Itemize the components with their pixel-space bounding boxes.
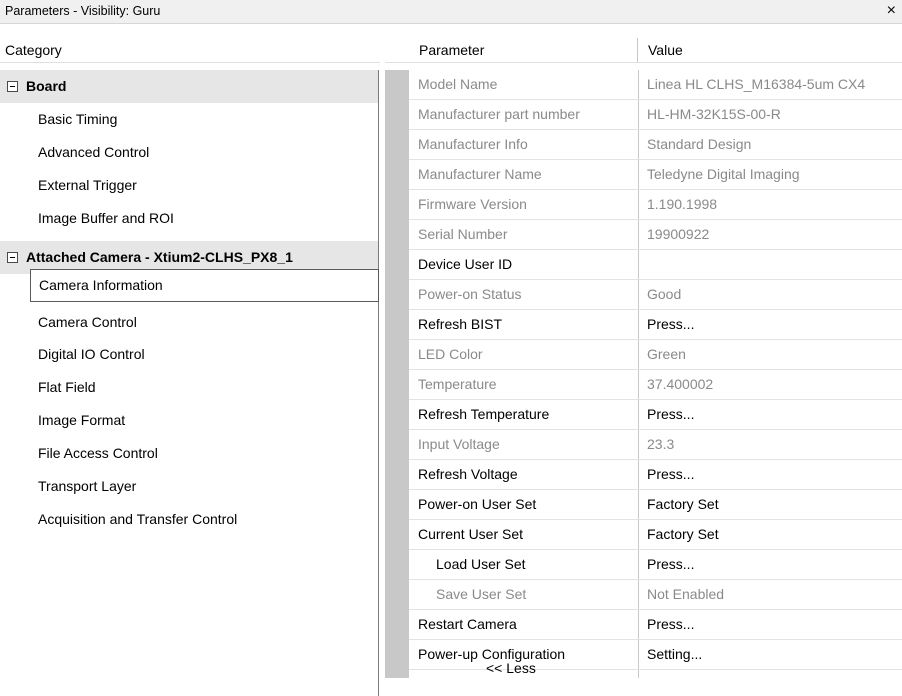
param-row-refresh-temperature[interactable]: Refresh Temperature Press... [409,400,902,430]
power-up-configuration-button[interactable]: Setting... [647,646,702,662]
category-tree: Board Basic Timing Advanced Control Exte… [0,70,380,696]
param-name: Restart Camera [418,616,517,632]
parameter-column-header[interactable]: Parameter [410,38,638,63]
tree-item-label: Advanced Control [38,144,150,160]
tree-item-camera-control[interactable]: Camera Control [0,306,378,339]
param-row-refresh-voltage[interactable]: Refresh Voltage Press... [409,460,902,490]
param-row-led-color[interactable]: LED Color Green [409,340,902,370]
tree-item-label: External Trigger [38,177,137,193]
param-value: Standard Design [647,136,752,152]
close-icon[interactable]: × [887,2,896,20]
param-name: Manufacturer Info [418,136,528,152]
tree-item-label: Camera Information [39,277,163,293]
tree-item-external-trigger[interactable]: External Trigger [0,169,378,202]
pane-border [378,70,379,696]
param-name: Refresh BIST [418,316,503,332]
divider [385,62,902,63]
tree-item-file-access-control[interactable]: File Access Control [0,437,378,470]
tree-item-digital-io-control[interactable]: Digital IO Control [0,338,378,371]
row-gutter [385,70,409,678]
tree-item-image-buffer-roi[interactable]: Image Buffer and ROI [0,202,378,235]
param-row-manufacturer-info[interactable]: Manufacturer Info Standard Design [409,130,902,160]
param-value: 37.400002 [647,376,714,392]
window-titlebar: Parameters - Visibility: Guru × [0,0,902,24]
param-name: Firmware Version [418,196,527,212]
param-name: Refresh Temperature [418,406,550,422]
param-row-device-user-id[interactable]: Device User ID [409,250,902,280]
tree-item-label: Camera Control [38,314,137,330]
current-user-set-select[interactable]: Factory Set [647,526,719,542]
tree-item-label: Digital IO Control [38,346,145,362]
refresh-voltage-button[interactable]: Press... [647,466,694,482]
less-button[interactable]: << Less [486,660,536,676]
param-row-refresh-bist[interactable]: Refresh BIST Press... [409,310,902,340]
param-name: Load User Set [436,556,526,572]
param-row-current-user-set[interactable]: Current User Set Factory Set [409,520,902,550]
power-on-user-set-select[interactable]: Factory Set [647,496,719,512]
param-name: Save User Set [436,586,527,602]
param-value: Linea HL CLHS_M16384-5um CX4 [647,76,866,92]
param-row-manufacturer-part-number[interactable]: Manufacturer part number HL-HM-32K15S-00… [409,100,902,130]
param-row-power-on-user-set[interactable]: Power-on User Set Factory Set [409,490,902,520]
window-title: Parameters - Visibility: Guru [5,4,161,18]
collapse-icon[interactable] [7,81,18,92]
tree-group-label: Attached Camera - Xtium2-CLHS_PX8_1 [26,249,293,265]
param-row-model-name[interactable]: Model Name Linea HL CLHS_M16384-5um CX4 [409,70,902,100]
tree-group-label: Board [26,78,67,94]
param-row-temperature[interactable]: Temperature 37.400002 [409,370,902,400]
param-value: 23.3 [647,436,675,452]
category-header: Category [5,42,62,58]
param-name: Model Name [418,76,498,92]
param-value: Teledyne Digital Imaging [647,166,800,182]
tree-item-label: Image Buffer and ROI [38,210,174,226]
tree-item-label: Acquisition and Transfer Control [38,511,238,527]
divider [0,62,380,63]
param-value: 19900922 [647,226,710,242]
tree-item-basic-timing[interactable]: Basic Timing [0,103,378,136]
param-row-firmware-version[interactable]: Firmware Version 1.190.1998 [409,190,902,220]
tree-item-advanced-control[interactable]: Advanced Control [0,136,378,169]
load-user-set-button[interactable]: Press... [647,556,694,572]
param-name: LED Color [418,346,483,362]
param-name: Power-on Status [418,286,522,302]
tree-item-label: Flat Field [38,379,96,395]
tree-item-label: File Access Control [38,445,158,461]
param-value: 1.190.1998 [647,196,718,212]
param-row-power-up-configuration[interactable]: Power-up Configuration Setting... [409,640,902,670]
tree-item-flat-field[interactable]: Flat Field [0,371,378,404]
param-name: Device User ID [418,256,513,272]
param-value: Good [647,286,682,302]
tree-group-board[interactable]: Board [0,70,378,103]
tree-item-transport-layer[interactable]: Transport Layer [0,470,378,503]
param-row-input-voltage[interactable]: Input Voltage 23.3 [409,430,902,460]
param-name: Manufacturer Name [418,166,542,182]
refresh-temperature-button[interactable]: Press... [647,406,694,422]
param-name: Refresh Voltage [418,466,518,482]
param-name: Serial Number [418,226,508,242]
tree-item-label: Basic Timing [38,111,118,127]
param-row-power-on-status[interactable]: Power-on Status Good [409,280,902,310]
param-name: Power-on User Set [418,496,537,512]
tree-item-acquisition-transfer-control[interactable]: Acquisition and Transfer Control [0,503,378,536]
param-value: Green [647,346,686,362]
param-name: Current User Set [418,526,524,542]
collapse-icon[interactable] [7,252,18,263]
tree-item-camera-information[interactable]: Camera Information [30,269,379,302]
param-value: Not Enabled [647,586,725,602]
param-name: Manufacturer part number [418,106,580,122]
param-row-save-user-set[interactable]: Save User Set Not Enabled [409,580,902,610]
value-column-header[interactable]: Value [639,38,902,63]
tree-item-label: Transport Layer [38,478,137,494]
param-name: Temperature [418,376,497,392]
param-name: Input Voltage [418,436,500,452]
restart-camera-button[interactable]: Press... [647,616,694,632]
param-row-serial-number[interactable]: Serial Number 19900922 [409,220,902,250]
tree-item-label: Image Format [38,412,126,428]
param-value: HL-HM-32K15S-00-R [647,106,781,122]
param-row-manufacturer-name[interactable]: Manufacturer Name Teledyne Digital Imagi… [409,160,902,190]
param-row-load-user-set[interactable]: Load User Set Press... [409,550,902,580]
tree-item-image-format[interactable]: Image Format [0,404,378,437]
param-row-restart-camera[interactable]: Restart Camera Press... [409,610,902,640]
refresh-bist-button[interactable]: Press... [647,316,694,332]
